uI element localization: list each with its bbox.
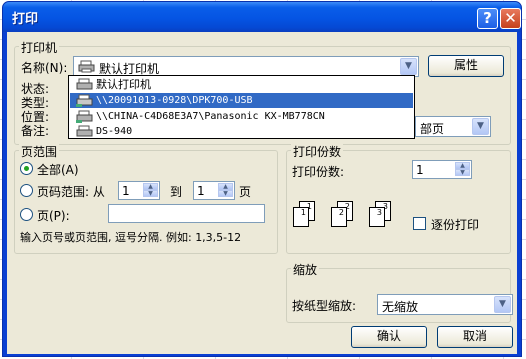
copies-count-value: 1 (416, 163, 424, 177)
dialog-title: 打印 (12, 12, 39, 27)
page-range-radio[interactable] (20, 184, 33, 197)
printer-name-select[interactable]: 默认打印机 ▼ (73, 56, 419, 77)
printer-group-label: 打印机 (19, 39, 60, 56)
help-button[interactable]: ? (477, 8, 498, 29)
printer-icon (76, 125, 93, 137)
collate-checkbox[interactable] (413, 217, 426, 230)
spin-buttons[interactable]: ▲ ▼ (455, 162, 470, 177)
chevron-down-icon[interactable]: ▼ (472, 118, 489, 135)
page-range-hint: 输入页号或页范围, 逗号分隔. 例如: 1,3,5-12 (20, 231, 242, 244)
range-to-label: 到 (170, 185, 183, 199)
network-printer-icon (76, 94, 93, 107)
dropdown-item-label: 默认打印机 (96, 78, 151, 91)
from-page-stepper[interactable]: 1 ▲ ▼ (118, 181, 160, 200)
scale-label: 按纸型缩放: (292, 299, 357, 313)
name-label: 名称(N): (21, 61, 68, 75)
from-page-value: 1 (122, 184, 130, 198)
properties-button[interactable]: 属性 (428, 55, 504, 77)
spin-buttons[interactable]: ▲ ▼ (143, 183, 158, 198)
to-page-value: 1 (197, 184, 205, 198)
dropdown-item-panasonic[interactable]: \\CHINA-C4D68E3A7\Panasonic KX-MB778CN (70, 109, 413, 124)
network-printer-icon (76, 110, 93, 123)
ok-button[interactable]: 确认 (351, 326, 427, 348)
collate-label: 逐份打印 (431, 218, 480, 232)
print-what-value: 部页 (420, 122, 445, 136)
page-range-group: 页范围 全部(A) 页码范围: 从 1 ▲ ▼ 到 1 ▲ ▼ 页 页(P): 输入… (14, 143, 278, 254)
comment-label: 备注: (21, 124, 50, 138)
dropdown-item-default[interactable]: 默认打印机 (70, 77, 413, 92)
scale-select[interactable]: 无缩放 ▼ (377, 294, 513, 315)
all-pages-radio[interactable] (20, 162, 33, 175)
dropdown-item-dpk700[interactable]: \\20091013-0928\DPK700-USB (70, 93, 413, 108)
dropdown-item-label: \\20091013-0928\DPK700-USB (96, 95, 253, 106)
zoom-group: 缩放 按纸型缩放: 无缩放 ▼ (286, 261, 513, 323)
pages-input[interactable] (108, 204, 265, 223)
chevron-down-icon[interactable]: ▼ (494, 296, 511, 313)
pages-label: 页(P): (37, 209, 70, 223)
page-range-label: 页范围 (19, 143, 60, 160)
copies-group-label: 打印份数 (291, 143, 344, 160)
cancel-button[interactable]: 取消 (437, 326, 513, 348)
title-bar: 打印 ? ✕ (3, 2, 521, 32)
copies-group: 打印份数 打印份数: 1 ▲ ▼ 1 1 2 2 3 3 逐份打印 (286, 143, 511, 254)
print-dialog: 打印 ? ✕ 打印机 名称(N): 默认打印机 ▼ 属性 状态: 类型: 位置:… (2, 1, 522, 357)
printer-icon (78, 60, 95, 73)
dropdown-item-label: \\CHINA-C4D68E3A7\Panasonic KX-MB778CN (96, 111, 325, 122)
copies-stepper[interactable]: 1 ▲ ▼ (412, 160, 472, 179)
spin-buttons[interactable]: ▲ ▼ (218, 183, 233, 198)
close-button[interactable]: ✕ (500, 8, 521, 29)
page-unit-label: 页 (239, 185, 252, 199)
to-page-stepper[interactable]: 1 ▲ ▼ (193, 181, 235, 200)
dropdown-item-label: DS-940 (96, 126, 133, 137)
all-pages-label: 全部(A) (37, 163, 79, 177)
copies-count-label: 打印份数: (292, 165, 345, 179)
scale-value: 无缩放 (382, 300, 419, 314)
zoom-group-label: 缩放 (291, 261, 320, 278)
range-from-label: 页码范围: 从 (37, 185, 105, 199)
print-what-select[interactable]: 部页 ▼ (415, 116, 491, 137)
chevron-down-icon[interactable]: ▼ (400, 58, 417, 75)
printer-dropdown-list: 默认打印机 \\20091013-0928\DPK700-USB \\CHINA… (68, 75, 415, 139)
printer-icon (76, 78, 93, 90)
dropdown-item-ds940[interactable]: DS-940 (70, 124, 413, 139)
pages-radio[interactable] (20, 208, 33, 221)
